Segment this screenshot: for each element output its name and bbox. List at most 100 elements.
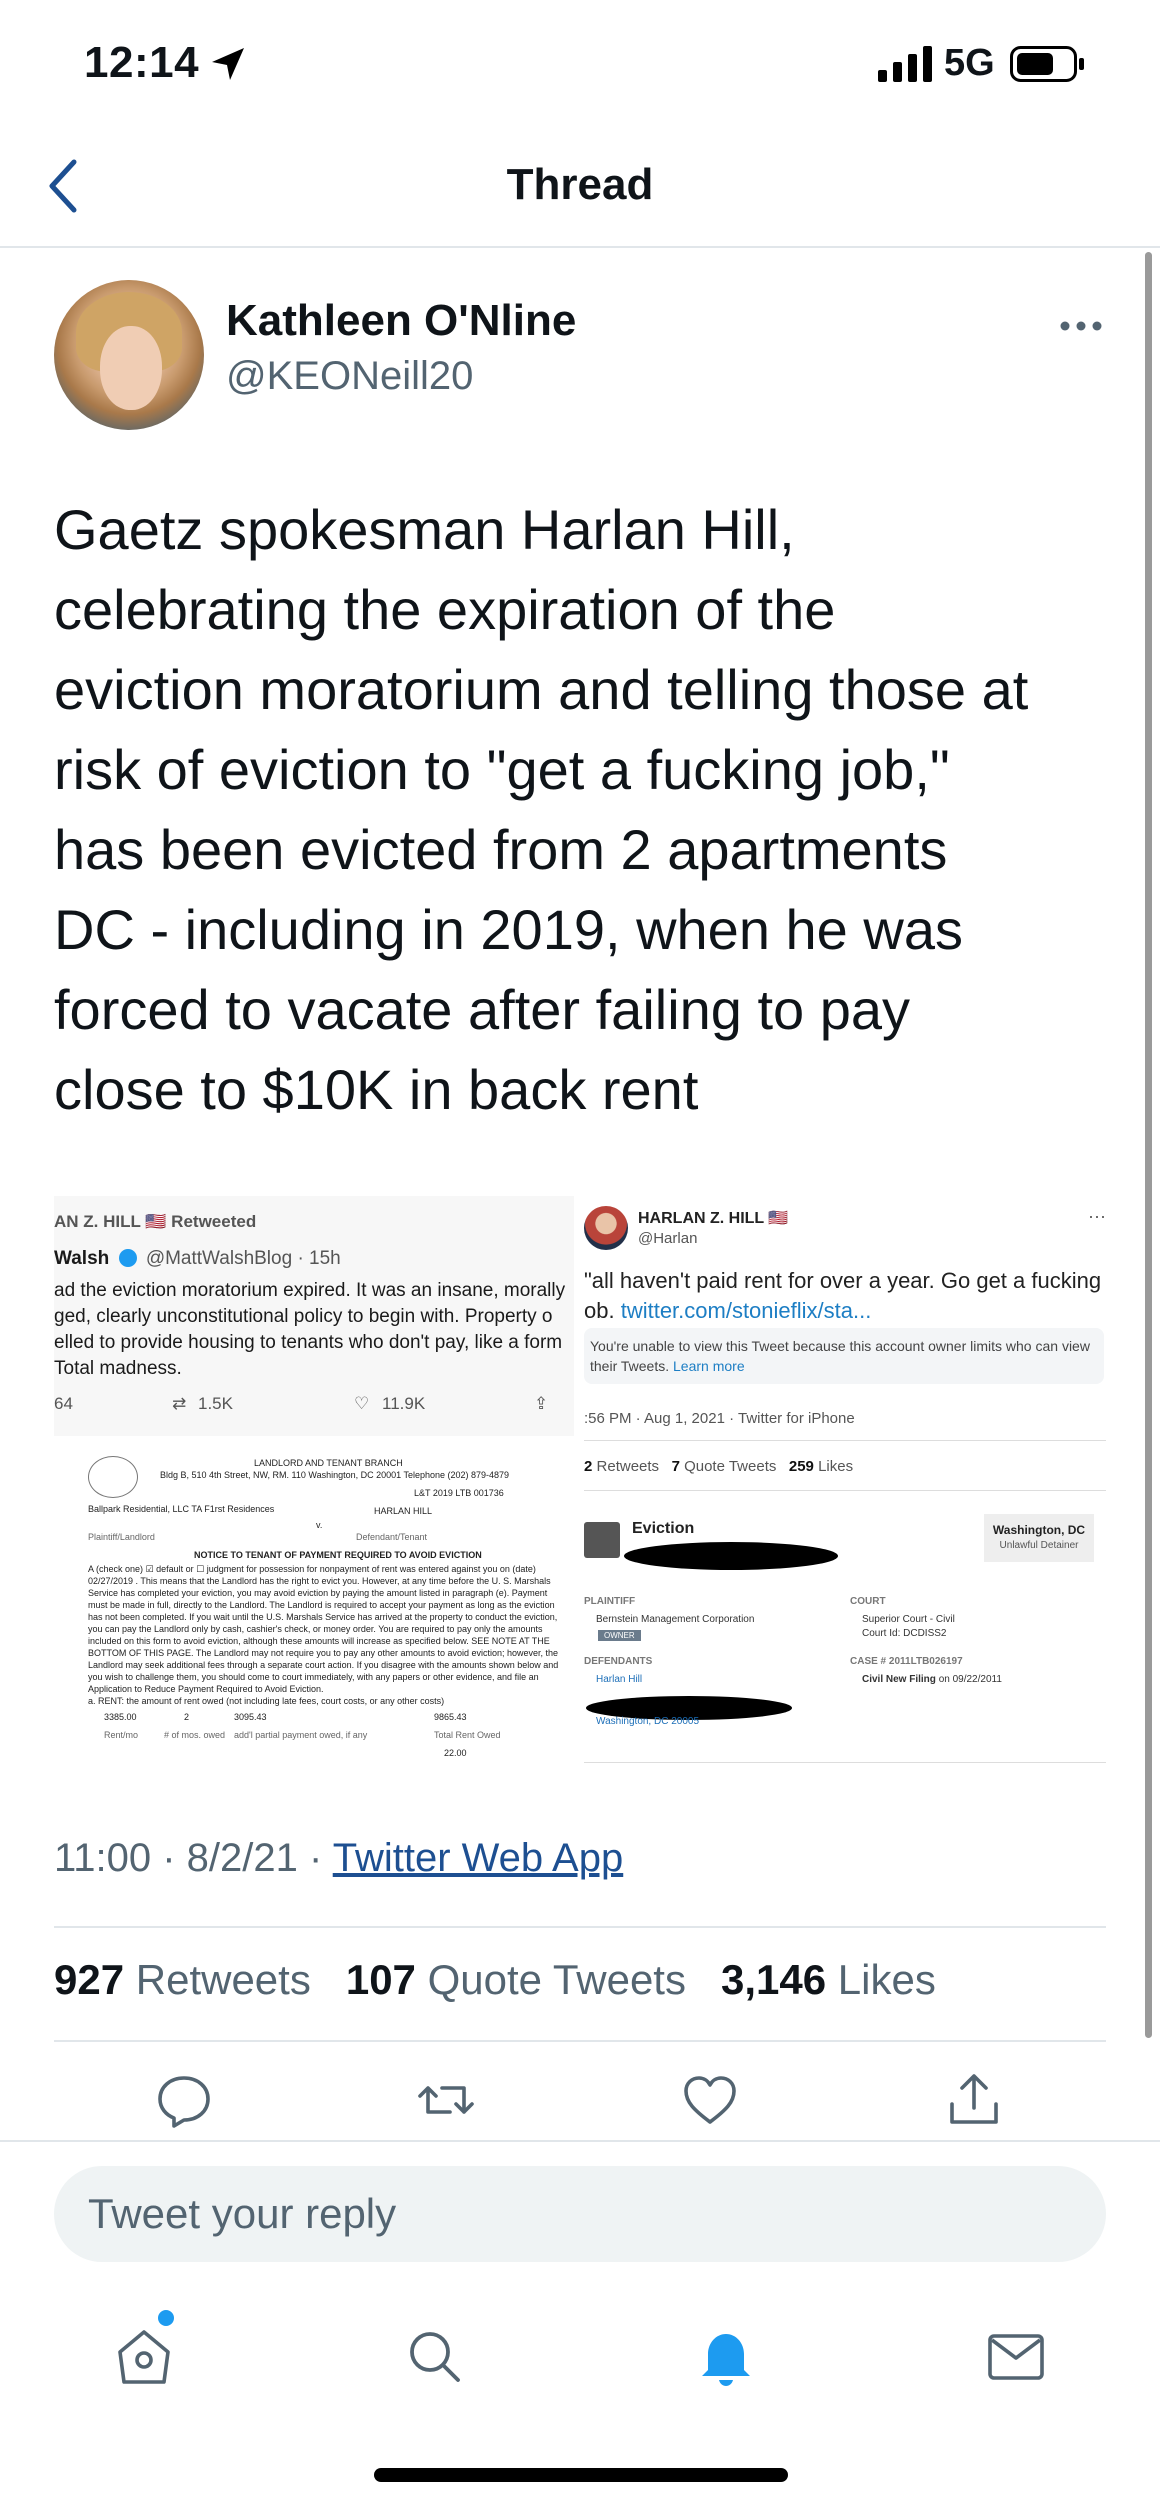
notice-line: you wish to challenge them, you should c… — [88, 1672, 539, 1682]
embedded-avatar — [584, 1206, 628, 1250]
embedded-quote-label: Quote Tweets — [684, 1458, 777, 1475]
share-icon[interactable] — [944, 2070, 1004, 2130]
court-id: Court Id: DCDISS2 — [862, 1628, 947, 1639]
embedded-share-icon: ⇪ — [534, 1394, 549, 1413]
defendant-name: Harlan Hill — [596, 1674, 643, 1685]
notice-address: Bldg B, 510 4th Street, NW, RM. 110 Wash… — [160, 1470, 510, 1480]
embedded-text-line: ged, clearly unconstitutional policy to … — [54, 1306, 553, 1327]
notice-header: LANDLORD AND TENANT BRANCH — [254, 1458, 403, 1468]
notice-partial: 3095.43 — [234, 1712, 267, 1722]
divider — [584, 1490, 1106, 1491]
court-seal-icon — [88, 1456, 138, 1498]
embedded-counts: 2 Retweets 7 Quote Tweets 259 Likes — [584, 1458, 853, 1475]
embedded-retweet-icon: ⇄ — [172, 1394, 187, 1413]
notice-defendant-label: Defendant/Tenant — [356, 1532, 428, 1542]
status-time: 12:14 — [84, 38, 200, 87]
action-bar — [0, 2070, 1160, 2136]
verified-badge-icon — [118, 1249, 137, 1267]
home-indicator[interactable] — [374, 2468, 788, 2482]
media-image-court-notice[interactable]: LANDLORD AND TENANT BRANCH Bldg B, 510 4… — [54, 1446, 574, 1770]
notice-partial-label: add'l partial payment owed, if any — [234, 1730, 368, 1740]
quote-label[interactable]: Quote Tweets — [428, 1956, 686, 2003]
embedded-like-count: 259 — [788, 1458, 814, 1475]
gavel-icon — [584, 1522, 620, 1558]
court-label: COURT — [850, 1596, 886, 1607]
eviction-location-sub: Unlawful Detainer — [999, 1540, 1079, 1551]
quote-count[interactable]: 107 — [346, 1956, 416, 2003]
retweet-icon[interactable] — [416, 2070, 476, 2130]
filing-info: Civil New Filing on 09/22/2011 — [862, 1674, 1002, 1685]
tweet-line: eviction moratorium and telling those at — [54, 658, 1029, 721]
embedded-author-handle: @MattWalshBlog · 15h — [145, 1248, 341, 1269]
retweet-label[interactable]: Retweets — [136, 1956, 311, 2003]
home-icon[interactable] — [112, 2324, 176, 2388]
notice-line: included on this form to avoid eviction,… — [88, 1636, 550, 1646]
notifications-bell-icon[interactable] — [694, 2324, 758, 2388]
embedded-timestamp: :56 PM · Aug 1, 2021 · Twitter for iPhon… — [584, 1410, 855, 1427]
like-label[interactable]: Likes — [838, 1956, 936, 2003]
owner-badge: OWNER — [598, 1630, 641, 1641]
embedded-tweet-text: "all haven't paid rent for over a year. … — [584, 1266, 1101, 1326]
notice-line: Application to Reduce Payment Required t… — [88, 1684, 324, 1694]
location-arrow-icon — [212, 48, 244, 80]
network-type: 5G — [944, 42, 995, 84]
notice-plaintiff: Ballpark Residential, LLC TA F1rst Resid… — [88, 1504, 275, 1514]
battery-icon — [1010, 46, 1084, 82]
divider — [54, 1926, 1106, 1928]
notice-total: 9865.43 — [434, 1712, 467, 1722]
retweet-count[interactable]: 927 — [54, 1956, 124, 2003]
avatar-face — [100, 326, 162, 410]
embedded-author-handle: @Harlan — [638, 1230, 698, 1247]
tweet-line: DC - including in 2019, when he was — [54, 898, 963, 961]
tweet-source-link[interactable]: Twitter Web App — [333, 1836, 624, 1880]
notice-line: 02/27/2019 . This means that the Landlor… — [88, 1576, 551, 1586]
cellular-signal-icon — [878, 46, 932, 82]
eviction-location: Washington, DC Unlawful Detainer — [984, 1514, 1094, 1562]
embedded-retweet-count: 2 — [584, 1458, 593, 1475]
tweet-text: Gaetz spokesman Harlan Hill, celebrating… — [54, 490, 1114, 1130]
tweet-line: forced to vacate after failing to pay — [54, 978, 911, 1041]
filing-type: Civil New Filing — [862, 1674, 936, 1685]
embedded-text-line: Total madness. — [54, 1358, 182, 1379]
avatar[interactable] — [54, 280, 204, 430]
embedded-quote-count: 7 — [671, 1458, 680, 1475]
plaintiff-name: Bernstein Management Corporation — [596, 1614, 755, 1625]
embedded-like-label: Likes — [818, 1458, 854, 1475]
divider — [584, 1440, 1106, 1441]
tweet-line: Gaetz spokesman Harlan Hill, — [54, 498, 795, 561]
embedded-tweet-line: "all haven't paid rent for over a year. … — [584, 1268, 1102, 1293]
reply-icon[interactable] — [154, 2070, 214, 2130]
messages-envelope-icon[interactable] — [984, 2324, 1048, 2388]
engagement-counts: 927 Retweets 107 Quote Tweets 3,146 Like… — [54, 1956, 936, 2004]
notice-total-label: Total Rent Owed — [434, 1730, 501, 1740]
defendant-address: Washington, DC 20005 — [596, 1716, 700, 1727]
more-options-icon[interactable] — [1058, 306, 1104, 346]
scrollbar[interactable] — [1145, 252, 1152, 2038]
defendants-label: DEFENDANTS — [584, 1656, 653, 1667]
embedded-retweet-label: Retweets — [596, 1458, 660, 1475]
author-name[interactable]: Kathleen O'Nline — [226, 296, 576, 346]
notice-case-number: L&T 2019 LTB 001736 — [414, 1488, 504, 1498]
like-count[interactable]: 3,146 — [721, 1956, 826, 2003]
embedded-likes: 11.9K — [382, 1394, 426, 1413]
tweet-time: 11:00 · 8/2/21 · — [54, 1836, 333, 1880]
search-icon[interactable] — [402, 2324, 466, 2388]
embedded-heart-icon: ♡ — [354, 1394, 370, 1413]
notice-plaintiff-label: Plaintiff/Landlord — [88, 1532, 155, 1542]
like-heart-icon[interactable] — [680, 2070, 740, 2130]
embedded-author-name: Walsh — [54, 1248, 110, 1269]
plaintiff-label: PLAINTIFF — [584, 1596, 636, 1607]
media-image-harlan-tweet[interactable]: HARLAN Z. HILL 🇺🇸 @Harlan ··· "all haven… — [584, 1196, 1106, 1770]
notice-line: A (check one) ☑ default or ☐ judgment fo… — [88, 1564, 536, 1574]
page-title: Thread — [506, 160, 654, 209]
tweet-media[interactable]: AN Z. HILL 🇺🇸 Retweeted Walsh @MattWalsh… — [54, 1196, 1106, 1770]
reply-input[interactable] — [54, 2166, 1106, 2262]
notice-versus: v. — [316, 1520, 323, 1530]
notice-footer-value: 22.00 — [444, 1748, 467, 1758]
media-image-retweet-screenshot[interactable]: AN Z. HILL 🇺🇸 Retweeted Walsh @MattWalsh… — [54, 1196, 574, 1436]
notice-line: a. RENT: the amount of rent owed (not in… — [88, 1696, 445, 1706]
author-handle[interactable]: @KEONeill20 — [226, 354, 473, 399]
divider — [0, 2140, 1160, 2142]
tweet-line: risk of eviction to "get a fucking job," — [54, 738, 950, 801]
divider — [584, 1762, 1106, 1763]
